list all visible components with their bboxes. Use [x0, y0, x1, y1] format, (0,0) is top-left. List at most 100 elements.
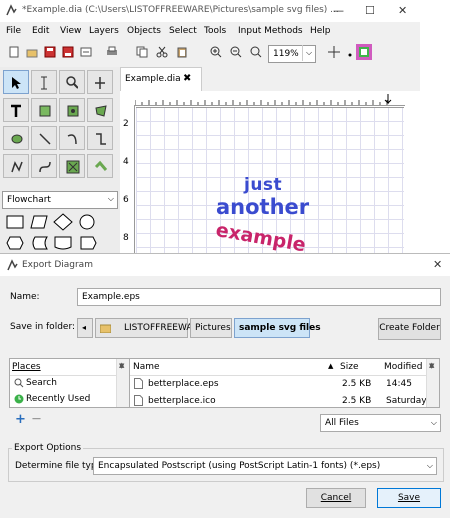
file-type-select[interactable]: Encapsulated Postscript (using PostScrip…: [93, 457, 437, 475]
add-place-button[interactable]: +: [15, 412, 26, 427]
file-size: 2.5 KB: [342, 396, 372, 406]
shape-connector[interactable]: [77, 213, 97, 231]
box-tool[interactable]: [31, 98, 57, 122]
minimize-icon[interactable]: —: [333, 4, 344, 17]
breadcrumb-back-button[interactable]: ◂: [77, 318, 93, 338]
menu-file[interactable]: File: [6, 26, 21, 36]
color-swatch-icon[interactable]: [356, 44, 372, 60]
paste-icon[interactable]: [176, 46, 188, 58]
tab-example-dia[interactable]: Example.dia ✖: [120, 67, 202, 92]
zoom-in-icon[interactable]: [210, 46, 222, 58]
vertical-ruler: 2 4 6 8: [120, 105, 135, 258]
save-button[interactable]: Save: [377, 488, 441, 508]
file-row[interactable]: betterplace.ico 2.5 KB Saturday: [130, 393, 439, 409]
filename-input[interactable]: Example.eps: [77, 288, 441, 306]
shape-stored-data[interactable]: [29, 234, 49, 252]
zoom-dropdown-icon[interactable]: ⌵: [302, 45, 315, 61]
breadcrumb-sample-svg-files[interactable]: sample svg files: [234, 318, 321, 338]
close-icon[interactable]: ✕: [398, 4, 407, 17]
bezier-tool[interactable]: [31, 154, 57, 178]
places-scrollbar[interactable]: ▲ ▼: [116, 359, 129, 407]
print-icon[interactable]: [106, 46, 118, 58]
open-folder-icon[interactable]: [26, 46, 38, 58]
cut-icon[interactable]: [156, 46, 168, 58]
close-tab-icon[interactable]: ✖: [183, 73, 191, 84]
polyline-tool[interactable]: [3, 154, 29, 178]
file-icon: [134, 395, 143, 406]
arc-tool[interactable]: [59, 126, 85, 150]
cancel-label: Cancel: [320, 493, 352, 503]
cancel-button[interactable]: Cancel: [306, 488, 366, 508]
tab-label: Example.dia: [125, 74, 181, 84]
shape-display[interactable]: [77, 234, 97, 252]
menu-input-methods[interactable]: Input Methods: [238, 26, 303, 36]
image-tool[interactable]: [59, 98, 85, 122]
text-tool[interactable]: [3, 98, 29, 122]
create-folder-button[interactable]: Create Folder: [378, 318, 441, 340]
file-size: 2.5 KB: [342, 379, 372, 389]
zoom-out-icon[interactable]: [230, 46, 242, 58]
save-as-icon[interactable]: [62, 46, 74, 58]
shape-preparation[interactable]: [5, 234, 25, 252]
save-in-label: Save in folder:: [10, 322, 76, 332]
export-dialog: Export Diagram ✕ Name: Example.eps Save …: [0, 253, 450, 518]
breadcrumb-pictures[interactable]: Pictures: [190, 318, 232, 338]
remove-place-button[interactable]: —: [32, 414, 41, 424]
save-icon[interactable]: [44, 46, 56, 58]
pointer-tool[interactable]: [3, 70, 29, 94]
shape-data[interactable]: [29, 213, 49, 231]
point-icon[interactable]: [344, 46, 356, 58]
new-file-icon[interactable]: [8, 46, 20, 58]
breadcrumb-listoffreeware[interactable]: LISTOFFREEWARE: [95, 318, 204, 338]
polygon-tool[interactable]: [87, 98, 113, 122]
canvas-text-example[interactable]: example: [214, 219, 307, 256]
snap-grid-icon[interactable]: [328, 46, 340, 58]
outline-icon: [66, 160, 80, 174]
place-search[interactable]: Search: [10, 375, 129, 391]
text-t-icon: [11, 104, 21, 117]
shape-document[interactable]: [53, 234, 73, 252]
canvas-text-another[interactable]: another: [216, 195, 309, 219]
diagram-page[interactable]: just another example: [136, 107, 404, 258]
column-size[interactable]: Size: [340, 362, 358, 372]
outline-tool[interactable]: [59, 154, 85, 178]
zigzag-tool[interactable]: [87, 126, 113, 150]
dia-toolbar: [0, 40, 420, 66]
horizontal-ruler: [135, 91, 405, 106]
maximize-icon[interactable]: ☐: [365, 4, 375, 17]
menu-help[interactable]: Help: [310, 26, 331, 36]
export-icon[interactable]: [80, 46, 92, 58]
column-modified[interactable]: Modified: [384, 362, 422, 372]
sheet-selector[interactable]: Flowchart ⌵: [2, 191, 118, 209]
canvas-text-just[interactable]: just: [244, 175, 282, 195]
ellipse-tool[interactable]: [3, 126, 29, 150]
menu-select[interactable]: Select: [169, 26, 197, 36]
menu-layers[interactable]: Layers: [89, 26, 119, 36]
shape-process[interactable]: [5, 213, 25, 231]
menu-view[interactable]: View: [60, 26, 81, 36]
place-label: Search: [26, 378, 57, 388]
file-row[interactable]: betterplace.eps 2.5 KB 14:45: [130, 376, 439, 392]
scroll-tool[interactable]: [87, 70, 113, 94]
menu-edit[interactable]: Edit: [32, 26, 49, 36]
sheet-selector-value: Flowchart: [7, 195, 51, 205]
column-name[interactable]: Name: [133, 362, 160, 372]
magnify-tool[interactable]: [59, 70, 85, 94]
connector-tool[interactable]: [87, 154, 113, 178]
line-tool[interactable]: [31, 126, 57, 150]
dialog-titlebar[interactable]: Export Diagram ✕: [0, 254, 450, 276]
background-window-edge: [420, 0, 450, 258]
menu-tools[interactable]: Tools: [204, 26, 226, 36]
menu-objects[interactable]: Objects: [127, 26, 161, 36]
line-icon: [39, 133, 51, 145]
zigzag-icon: [96, 133, 106, 145]
zoom-fit-icon[interactable]: [250, 46, 262, 58]
text-cursor-tool[interactable]: [31, 70, 57, 94]
files-scrollbar[interactable]: ▲ ▼: [426, 359, 439, 407]
shape-decision[interactable]: [53, 213, 73, 231]
copy-icon[interactable]: [136, 46, 148, 58]
close-icon[interactable]: ✕: [433, 258, 442, 271]
place-recently-used[interactable]: Recently Used: [10, 391, 129, 407]
file-filter-select[interactable]: All Files ⌵: [320, 414, 441, 432]
dia-titlebar[interactable]: *Example.dia (C:\Users\LISTOFFREEWARE\Pi…: [0, 0, 420, 22]
